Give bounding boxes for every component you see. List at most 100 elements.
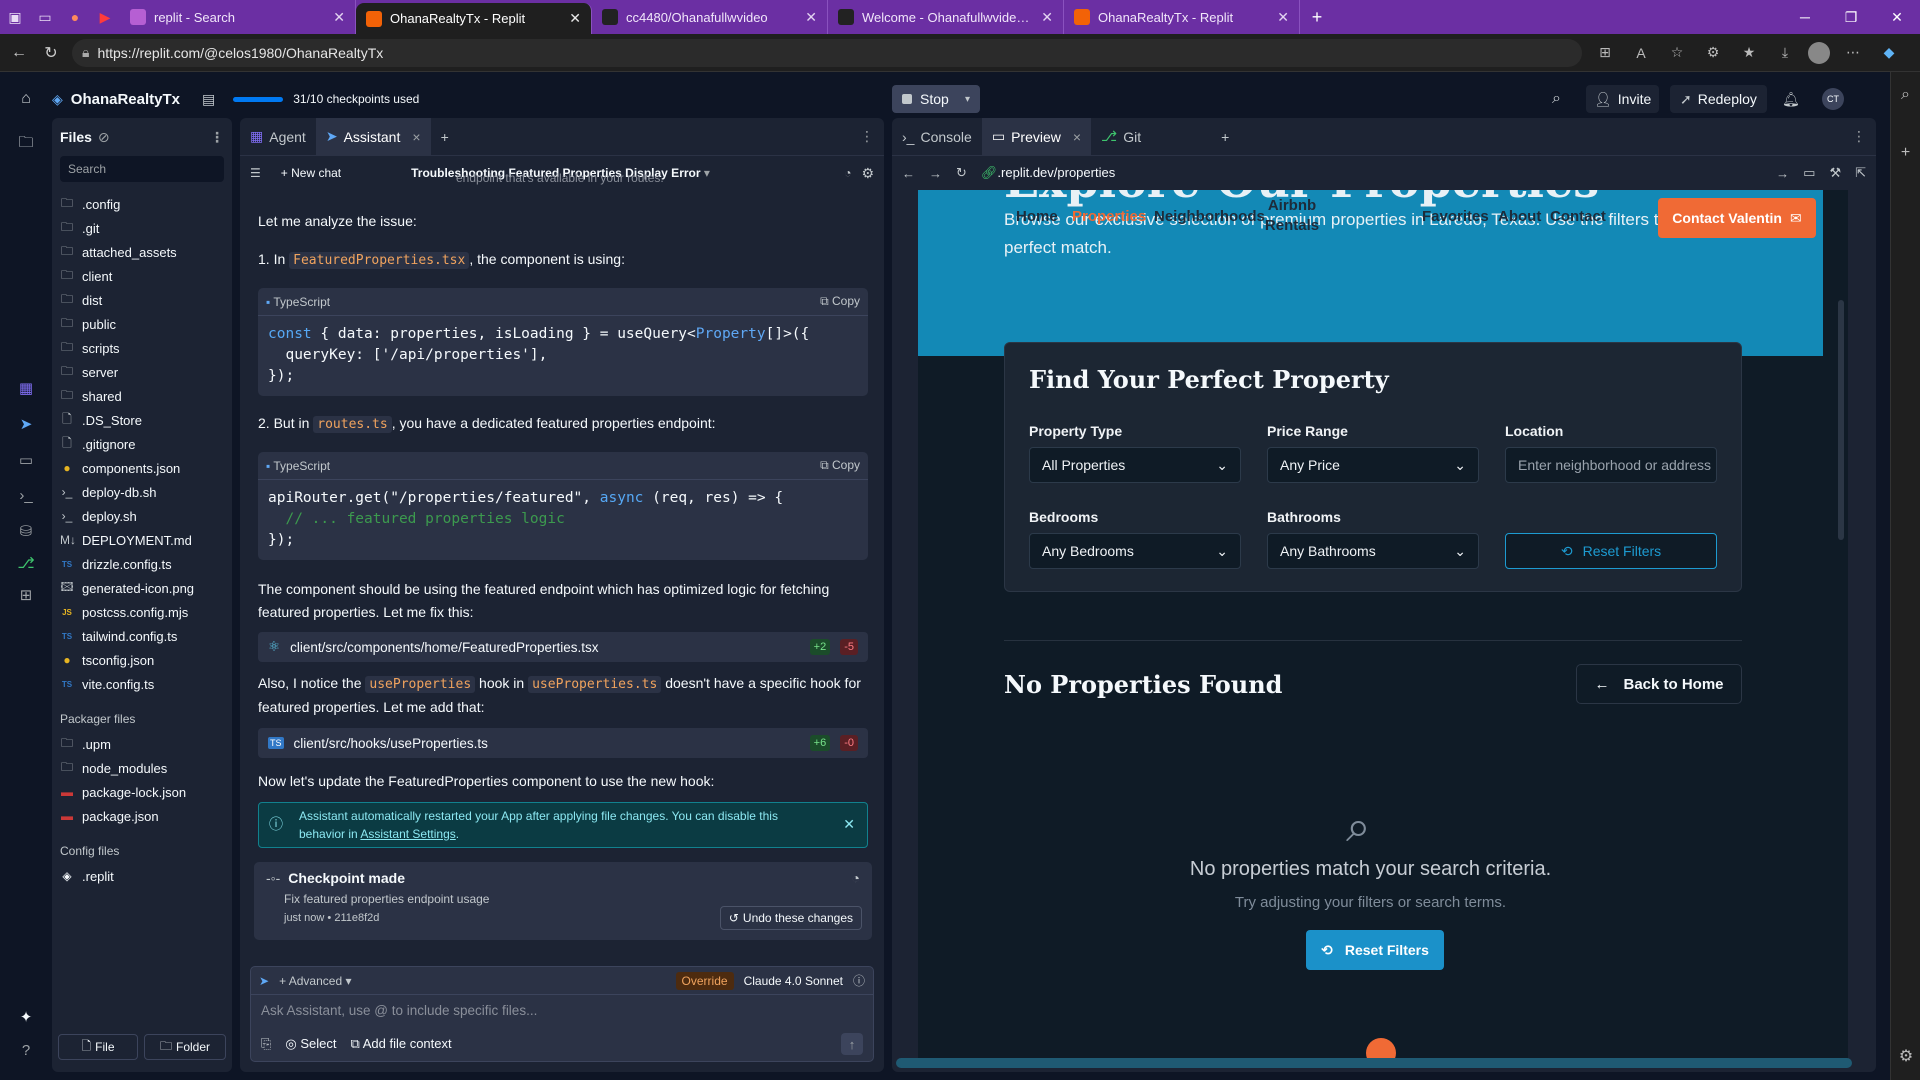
new-folder-button[interactable]: 🗀︎ Folder [144, 1034, 226, 1060]
folder-item[interactable]: 🗀︎ shared [52, 384, 232, 408]
reset-filters-cta[interactable]: ⟲ Reset Filters [1306, 930, 1444, 970]
browser-tab[interactable]: Welcome - Ohanafullwvideo [Cod ✕ [828, 0, 1064, 34]
file-item[interactable]: M↓ DEPLOYMENT.md [52, 528, 232, 552]
menu-icon[interactable]: ⋯ [1840, 44, 1866, 61]
redeploy-button[interactable]: ➚ Redeploy [1670, 85, 1767, 113]
undo-button[interactable]: ↺ Undo these changes [719, 906, 862, 930]
file-item[interactable]: ▬ package-lock.json [52, 780, 232, 804]
price-range-select[interactable]: Any Price ⌄ [1267, 447, 1479, 483]
folder-item[interactable]: 🗀︎ scripts [52, 336, 232, 360]
file-item[interactable]: JS postcss.config.mjs [52, 600, 232, 624]
browser-tab[interactable]: replit - Search ✕ [120, 0, 356, 34]
reload-icon[interactable]: ↻ [40, 43, 62, 63]
nav-link[interactable]: About [1498, 208, 1541, 225]
property-type-select[interactable]: All Properties ⌄ [1029, 447, 1241, 483]
info-icon[interactable]: ⊘ [98, 129, 110, 146]
file-item[interactable]: 🖾︎ generated-icon.png [52, 576, 232, 600]
gauge-icon[interactable]: ◔ [852, 870, 860, 886]
file-item[interactable]: ● tsconfig.json [52, 648, 232, 672]
copilot-icon[interactable]: ◆ [1876, 44, 1902, 61]
reload-icon[interactable]: ↻ [956, 165, 967, 181]
tab-git[interactable]: ⎇ Git [1091, 118, 1151, 156]
nav-link[interactable]: Favorites [1422, 208, 1489, 225]
favorite-icon[interactable]: ☆ [1664, 44, 1690, 61]
folder-item[interactable]: 🗀︎ client [52, 264, 232, 288]
read-aloud-icon[interactable]: A [1628, 45, 1654, 61]
nav-link[interactable]: Neighborhoods [1154, 208, 1265, 225]
folder-item[interactable]: 🗀︎ .git [52, 216, 232, 240]
tab-agent[interactable]: ▦ Agent [240, 118, 316, 156]
favorites-icon[interactable]: ★ [1736, 44, 1762, 61]
help-icon[interactable]: ? [0, 1042, 52, 1059]
more-icon[interactable]: ⋮ [1852, 128, 1866, 145]
browser-tab[interactable]: OhanaRealtyTx - Replit ✕ [356, 3, 592, 34]
select-button[interactable]: ◎ Select [285, 1036, 336, 1052]
profile-icon[interactable]: ● [60, 0, 90, 34]
all-tools-icon[interactable]: ⊞ [0, 586, 52, 604]
file-item[interactable]: ›_ deploy-db.sh [52, 480, 232, 504]
settings-icon[interactable]: ⚙ [1891, 1046, 1920, 1066]
file-item[interactable]: 🗋︎ .gitignore [52, 432, 232, 456]
browser-tab[interactable]: cc4480/Ohanafullwvideo ✕ [592, 0, 828, 34]
url-field[interactable]: 🔒︎ https://replit.com/@celos1980/OhanaRe… [72, 38, 1582, 67]
add-tab-button[interactable]: + [431, 118, 459, 156]
avatar-icon[interactable] [1808, 41, 1830, 64]
folder-item[interactable]: 🗀︎ node_modules [52, 756, 232, 780]
back-home-button[interactable]: ← Back to Home [1576, 664, 1742, 704]
scrollbar-track[interactable] [1838, 300, 1844, 540]
workspaces-icon[interactable]: ▣ [0, 0, 30, 34]
location-input[interactable]: Enter neighborhood or address [1505, 447, 1717, 483]
close-tab-icon[interactable]: ✕ [569, 10, 581, 27]
folder-item[interactable]: 🗀︎ .upm [52, 732, 232, 756]
tab-actions-icon[interactable]: ▭ [30, 0, 60, 34]
close-tab-icon[interactable]: ✕ [805, 9, 817, 26]
more-icon[interactable]: ⋮ [210, 129, 224, 146]
file-item[interactable]: TS drizzle.config.ts [52, 552, 232, 576]
devices-icon[interactable]: ▭ [1803, 165, 1815, 181]
close-tab-icon[interactable]: ✕ [333, 9, 345, 26]
avatar[interactable]: CT [1822, 88, 1844, 110]
checkpoint-history-icon[interactable]: ▤ [202, 91, 215, 108]
youtube-icon[interactable]: ▶ [90, 0, 120, 34]
assistant-icon[interactable]: ➤ [0, 415, 52, 433]
back-icon[interactable]: ← [902, 166, 915, 181]
nav-link[interactable]: Home [1016, 208, 1058, 225]
notification-icon[interactable]: 🔔︎ [1782, 91, 1800, 108]
folder-item[interactable]: 🗀︎ .config [52, 192, 232, 216]
close-icon[interactable]: × [412, 129, 420, 145]
chat-input[interactable]: Ask Assistant, use @ to include specific… [251, 995, 873, 1029]
assistant-settings-link[interactable]: Assistant Settings [360, 827, 455, 841]
home-icon[interactable]: ⌂ [0, 90, 52, 108]
override-badge[interactable]: Override [675, 971, 734, 990]
file-item[interactable]: TS tailwind.config.ts [52, 624, 232, 648]
stop-button[interactable]: Stop ▾ [892, 85, 980, 113]
new-file-button[interactable]: 🗋︎ File [58, 1034, 138, 1060]
preview-url[interactable]: 🔗︎.replit.dev/properties [981, 165, 1762, 181]
add-icon[interactable]: + [1891, 144, 1920, 162]
git-icon[interactable]: ⎇ [0, 554, 52, 572]
folder-item[interactable]: 🗀︎ dist [52, 288, 232, 312]
nav-link[interactable]: Properties [1072, 208, 1146, 225]
search-icon[interactable]: ⌕ [1552, 90, 1561, 108]
more-icon[interactable]: ⋮ [860, 128, 874, 145]
contact-button[interactable]: Contact Valentin ✉ [1658, 198, 1816, 238]
minimize-button[interactable]: ─ [1782, 0, 1828, 34]
file-change-link[interactable]: TS client/src/hooks/useProperties.ts +6 … [258, 728, 868, 758]
nav-link[interactable]: Airbnb Rentals [1262, 196, 1322, 236]
horizontal-scrollbar[interactable] [896, 1058, 1852, 1068]
bedrooms-select[interactable]: Any Bedrooms ⌄ [1029, 533, 1241, 569]
database-icon[interactable]: ⛁ [0, 522, 52, 540]
console-icon[interactable]: ›_ [0, 487, 52, 504]
preview-icon[interactable]: ▭ [0, 451, 52, 469]
back-icon[interactable]: ← [8, 44, 30, 62]
add-context-button[interactable]: ⧉ Add file context [351, 1036, 452, 1052]
external-link-icon[interactable]: ⇱ [1855, 165, 1866, 181]
close-tab-icon[interactable]: ✕ [1041, 9, 1053, 26]
file-item[interactable]: ◈ .replit [52, 864, 232, 888]
copy-button[interactable]: ⧉ Copy [820, 458, 860, 473]
copy-button[interactable]: ⧉ Copy [820, 294, 860, 309]
files-icon[interactable]: 🗀︎ [0, 132, 52, 157]
advanced-dropdown[interactable]: + Advanced ▾ [279, 974, 351, 988]
browser-tab[interactable]: OhanaRealtyTx - Replit ✕ [1064, 0, 1300, 34]
new-chat-button[interactable]: + New chat [281, 166, 341, 180]
